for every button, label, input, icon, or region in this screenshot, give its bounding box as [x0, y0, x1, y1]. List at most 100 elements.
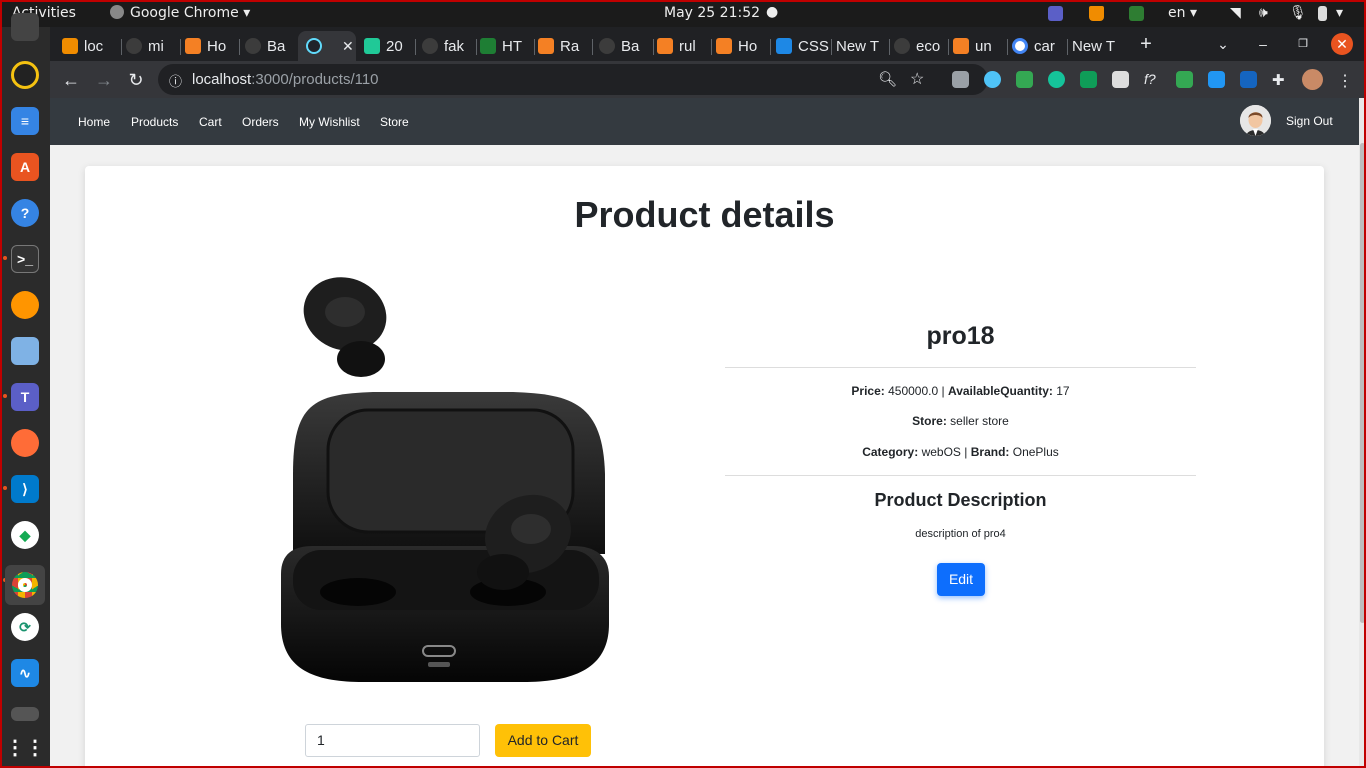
files-icon[interactable]	[11, 707, 39, 721]
virtualbox-icon[interactable]	[11, 337, 39, 365]
firefox-dev-icon[interactable]	[11, 291, 39, 319]
browser-tab[interactable]: New T	[836, 31, 890, 61]
terminal-icon[interactable]: >_	[11, 245, 39, 273]
new-tab-plus-icon[interactable]: +	[1135, 33, 1157, 55]
grammarly-off-icon[interactable]	[1048, 71, 1065, 88]
browser-tab[interactable]: fak	[422, 31, 477, 61]
close-window-icon[interactable]: ✕	[1331, 33, 1353, 55]
circle-extension-icon[interactable]	[984, 71, 1001, 88]
extension-icon[interactable]	[1080, 71, 1097, 88]
browser-tab[interactable]: Ba	[599, 31, 654, 61]
browser-tab[interactable]: un	[953, 31, 1008, 61]
sync-app-icon[interactable]: ⟳	[11, 613, 39, 641]
tab-label: HT	[502, 37, 522, 55]
nav-home[interactable]: Home	[78, 115, 110, 129]
browser-tab[interactable]: New T	[1072, 31, 1130, 61]
mongodb-compass-icon[interactable]: ◆	[11, 521, 39, 549]
brand-value: OnePlus	[1012, 445, 1059, 459]
nav-wishlist[interactable]: My Wishlist	[299, 115, 360, 129]
running-indicator	[3, 394, 7, 398]
mail-extension-icon[interactable]	[1016, 71, 1033, 88]
browser-tab[interactable]: Ra	[538, 31, 593, 61]
box-extension-icon[interactable]	[1240, 71, 1257, 88]
chrome-dock-icon[interactable]	[5, 565, 45, 605]
scrollbar-thumb[interactable]	[1360, 143, 1365, 623]
maximize-icon[interactable]: ❐	[1292, 33, 1314, 55]
language-selector[interactable]: en ▾	[1168, 5, 1197, 21]
dock-partial-icon[interactable]	[11, 13, 39, 41]
caret-down-icon: ▾	[243, 5, 251, 21]
forward-arrow-icon[interactable]: →	[91, 67, 117, 93]
software-center-icon[interactable]: A	[11, 153, 39, 181]
postman-icon[interactable]	[11, 429, 39, 457]
help-icon[interactable]: ?	[11, 199, 39, 227]
tab-label: Ba	[621, 37, 640, 55]
browser-tab[interactable]: Ba	[245, 31, 295, 61]
shield-extension-icon[interactable]	[1176, 71, 1193, 88]
browser-tab[interactable]: 20	[364, 31, 416, 61]
browser-tab[interactable]: rul	[657, 31, 712, 61]
language-label: en	[1168, 5, 1186, 21]
rhythmbox-icon[interactable]	[11, 61, 39, 89]
nav-products[interactable]: Products	[131, 115, 178, 129]
github-icon	[126, 38, 142, 54]
minimize-icon[interactable]: –	[1252, 33, 1274, 55]
vscode-icon[interactable]: ⟩	[11, 475, 39, 503]
nav-cart[interactable]: Cart	[199, 115, 222, 129]
user-avatar[interactable]	[1240, 105, 1271, 136]
back-arrow-icon[interactable]: ←	[58, 67, 84, 93]
nav-orders[interactable]: Orders	[242, 115, 279, 129]
wifi-icon[interactable]: ◥	[1230, 5, 1241, 21]
notification-dot-icon: ●	[766, 4, 779, 20]
reload-icon[interactable]: ↻	[123, 67, 149, 93]
browser-tab[interactable]: car	[1012, 31, 1068, 61]
bookmark-star-icon[interactable]: ☆	[910, 69, 924, 89]
tab-label: Ho	[738, 37, 758, 55]
close-tab-icon[interactable]: ✕	[342, 38, 354, 55]
tab-search-icon[interactable]: ⌄	[1212, 33, 1234, 55]
description-heading: Product Description	[874, 490, 1047, 510]
kebab-menu-icon[interactable]: ⋮	[1337, 71, 1354, 90]
browser-tab[interactable]: Ho	[716, 31, 771, 61]
site-info-icon[interactable]: ⓘ	[169, 71, 182, 90]
teams-icon[interactable]: T	[11, 383, 39, 411]
f-extension-icon[interactable]	[1208, 71, 1225, 88]
teams-tray-icon[interactable]	[1048, 6, 1063, 21]
tab-label: car	[1034, 37, 1055, 55]
browser-tab-active[interactable]: ✕	[298, 31, 356, 61]
volume-icon[interactable]: 🕪	[1259, 5, 1268, 21]
edit-button[interactable]: Edit	[937, 563, 985, 596]
recycle-extension-icon[interactable]	[952, 71, 969, 88]
profile-avatar-icon[interactable]	[1302, 69, 1323, 90]
system-monitor-icon[interactable]: ∿	[11, 659, 39, 687]
battery-icon[interactable]	[1318, 6, 1327, 21]
puzzle-extensions-icon[interactable]: ✚	[1272, 71, 1289, 89]
shield-tray-icon[interactable]	[1129, 6, 1144, 21]
sign-out-link[interactable]: Sign Out	[1286, 114, 1333, 128]
function-extension-icon[interactable]: f?	[1144, 71, 1161, 88]
browser-tab[interactable]: mi	[126, 31, 181, 61]
microphone-icon[interactable]: 🎙	[1289, 5, 1307, 21]
text-editor-icon[interactable]: ≡	[11, 107, 39, 135]
vlc-tray-icon[interactable]	[1089, 6, 1104, 21]
calendar-extension-icon[interactable]	[1112, 71, 1129, 88]
url-path: :3000/products/110	[251, 71, 379, 88]
show-applications-icon[interactable]: ⋮⋮	[5, 733, 45, 761]
browser-tab[interactable]: eco	[894, 31, 949, 61]
page-scrollbar[interactable]	[1359, 98, 1366, 768]
system-menu-caret-icon[interactable]: ▾	[1336, 5, 1343, 21]
tab-label: fak	[444, 37, 465, 55]
clock[interactable]: May 25 21:52	[664, 5, 760, 21]
browser-tab[interactable]: CSS	[776, 31, 832, 61]
browser-tab[interactable]: Ho	[185, 31, 240, 61]
running-indicator	[3, 256, 7, 260]
quantity-input[interactable]: 1	[305, 724, 480, 757]
app-menu[interactable]: Google Chrome ▾	[110, 5, 250, 21]
browser-tab[interactable]: HT	[480, 31, 535, 61]
add-to-cart-button[interactable]: Add to Cart	[495, 724, 591, 757]
zoom-icon[interactable]: 🔍︎	[878, 70, 897, 88]
address-bar[interactable]: ⓘ localhost:3000/products/110 🔍︎ ☆	[158, 64, 988, 95]
nav-store[interactable]: Store	[380, 115, 409, 129]
system-top-bar: Activities Google Chrome ▾ May 25 21:52 …	[0, 0, 1366, 27]
browser-tab[interactable]: loc	[62, 31, 122, 61]
